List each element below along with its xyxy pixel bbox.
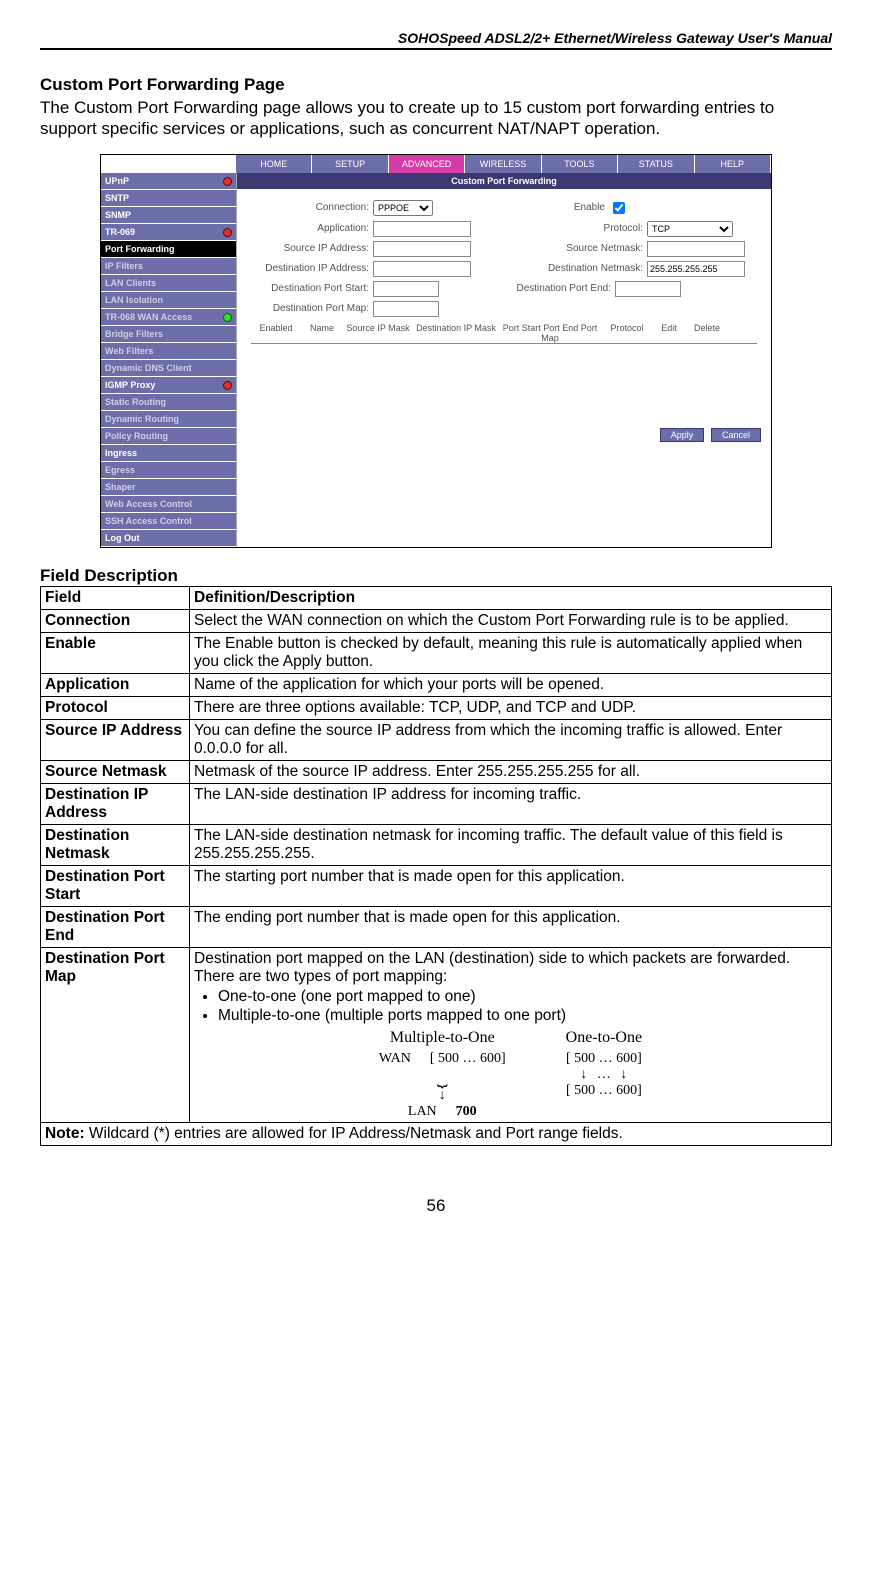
table-row: ProtocolThere are three options availabl…: [41, 696, 832, 719]
cancel-button[interactable]: Cancel: [711, 428, 761, 442]
table-row: Destination Port EndThe ending port numb…: [41, 906, 832, 947]
sidebar-item-bridge-filters[interactable]: Bridge Filters: [101, 326, 236, 343]
sidebar-item-log-out[interactable]: Log Out: [101, 530, 236, 547]
page-number: 56: [40, 1196, 832, 1216]
sidebar-item-dynamic-dns-client[interactable]: Dynamic DNS Client: [101, 360, 236, 377]
table-row: Source IP AddressYou can define the sour…: [41, 719, 832, 760]
sidebar-item-snmp[interactable]: SNMP: [101, 207, 236, 224]
sidebar-item-policy-routing[interactable]: Policy Routing: [101, 428, 236, 445]
table-row: ConnectionSelect the WAN connection on w…: [41, 609, 832, 632]
lbl-dstmask: Destination Netmask:: [531, 263, 647, 274]
apply-button[interactable]: Apply: [660, 428, 705, 442]
rule-table-header: Enabled Name Source IP Mask Destination …: [251, 323, 757, 344]
status-dot: [223, 228, 232, 237]
sidebar-item-ingress[interactable]: Ingress: [101, 445, 236, 462]
protocol-select[interactable]: TCP: [647, 221, 733, 237]
tab-home[interactable]: HOME: [236, 155, 312, 173]
pstart-input[interactable]: [373, 281, 439, 297]
dstmask-input[interactable]: [647, 261, 745, 277]
sidebar-item-shaper[interactable]: Shaper: [101, 479, 236, 496]
dstip-input[interactable]: [373, 261, 471, 277]
sidebar-item-egress[interactable]: Egress: [101, 462, 236, 479]
lbl-protocol: Protocol:: [531, 223, 647, 234]
sidebar-item-igmp-proxy[interactable]: IGMP Proxy: [101, 377, 236, 394]
field-description-table: FieldDefinition/Description ConnectionSe…: [40, 586, 832, 1146]
tab-tools[interactable]: TOOLS: [542, 155, 618, 173]
table-row: Destination Port StartThe starting port …: [41, 865, 832, 906]
pend-input[interactable]: [615, 281, 681, 297]
status-dot: [223, 177, 232, 186]
sidebar-item-lan-isolation[interactable]: LAN Isolation: [101, 292, 236, 309]
lbl-connection: Connection:: [251, 202, 373, 213]
tab-advanced[interactable]: ADVANCED: [389, 155, 465, 173]
lbl-pmap: Destination Port Map:: [251, 303, 373, 314]
panel-title: Custom Port Forwarding: [237, 173, 771, 189]
pmap-input[interactable]: [373, 301, 439, 317]
lbl-pstart: Destination Port Start:: [251, 283, 373, 294]
lbl-enable: Enable: [493, 202, 609, 213]
lbl-application: Application:: [251, 223, 373, 234]
enable-checkbox[interactable]: [613, 202, 625, 214]
table-row: Source NetmaskNetmask of the source IP a…: [41, 760, 832, 783]
sidebar-item-dynamic-routing[interactable]: Dynamic Routing: [101, 411, 236, 428]
tab-status[interactable]: STATUS: [618, 155, 694, 173]
sidebar-item-tr-069[interactable]: TR-069: [101, 224, 236, 241]
status-dot: [223, 381, 232, 390]
table-row: Destination IP AddressThe LAN-side desti…: [41, 783, 832, 824]
application-input[interactable]: [373, 221, 471, 237]
sidebar-item-lan-clients[interactable]: LAN Clients: [101, 275, 236, 292]
srcip-input[interactable]: [373, 241, 471, 257]
field-description-heading: Field Description: [40, 566, 832, 586]
table-row: Destination NetmaskThe LAN-side destinat…: [41, 824, 832, 865]
sidebar-item-static-routing[interactable]: Static Routing: [101, 394, 236, 411]
lbl-srcip: Source IP Address:: [251, 243, 373, 254]
screenshot: HOMESETUPADVANCEDWIRELESSTOOLSSTATUSHELP…: [100, 154, 772, 548]
page-title: Custom Port Forwarding Page: [40, 75, 832, 95]
tab-wireless[interactable]: WIRELESS: [465, 155, 541, 173]
intro-text: The Custom Port Forwarding page allows y…: [40, 97, 832, 140]
field-dest-port-map: Destination Port Map: [41, 947, 190, 1122]
lbl-srcmask: Source Netmask:: [531, 243, 647, 254]
table-row: ApplicationName of the application for w…: [41, 673, 832, 696]
sidebar-item-sntp[interactable]: SNTP: [101, 190, 236, 207]
status-dot: [223, 313, 232, 322]
table-row: EnableThe Enable button is checked by de…: [41, 632, 832, 673]
doc-header: SOHOSpeed ADSL2/2+ Ethernet/Wireless Gat…: [40, 30, 832, 50]
tab-help[interactable]: HELP: [695, 155, 771, 173]
sidebar-item-ip-filters[interactable]: IP Filters: [101, 258, 236, 275]
sidebar-item-port-forwarding[interactable]: Port Forwarding: [101, 241, 236, 258]
port-map-diagram: Multiple-to-One WAN [ 500 … 600] ⏟ ↓ LAN…: [194, 1029, 827, 1120]
lbl-pend: Destination Port End:: [499, 283, 615, 294]
sidebar-item-web-filters[interactable]: Web Filters: [101, 343, 236, 360]
lbl-dstip: Destination IP Address:: [251, 263, 373, 274]
sidebar-item-ssh-access-control[interactable]: SSH Access Control: [101, 513, 236, 530]
sidebar-item-tr-068-wan-access[interactable]: TR-068 WAN Access: [101, 309, 236, 326]
sidebar-item-web-access-control[interactable]: Web Access Control: [101, 496, 236, 513]
srcmask-input[interactable]: [647, 241, 745, 257]
sidebar-item-upnp[interactable]: UPnP: [101, 173, 236, 190]
connection-select[interactable]: PPPOE: [373, 200, 433, 216]
tab-setup[interactable]: SETUP: [312, 155, 388, 173]
